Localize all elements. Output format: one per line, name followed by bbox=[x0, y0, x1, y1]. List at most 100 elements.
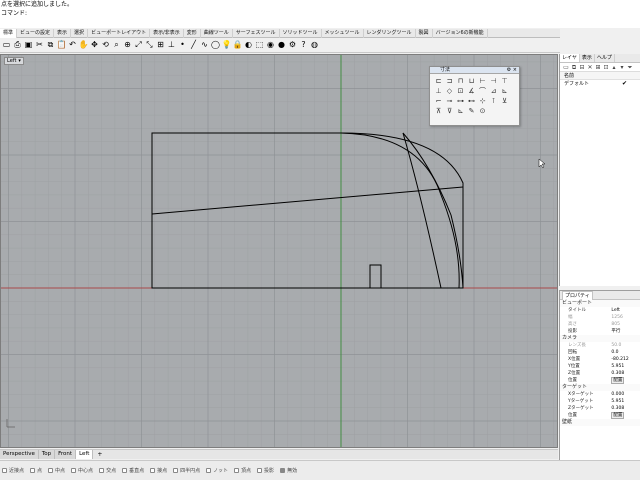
dimension-tool-icon[interactable]: ⌒ bbox=[477, 86, 488, 96]
render-icon[interactable]: ◉ bbox=[266, 40, 275, 50]
zoom-icon[interactable]: ⌕ bbox=[112, 40, 121, 50]
osnap-checkbox[interactable] bbox=[30, 468, 36, 473]
layer-row[interactable]: デフォルト ✔ bbox=[560, 80, 640, 88]
toolbar-tab[interactable]: ソリッドツール bbox=[280, 29, 322, 38]
view-tab[interactable]: Top bbox=[38, 450, 56, 459]
property-value[interactable]: 配置 bbox=[611, 377, 640, 384]
layers-tab[interactable]: レイヤ bbox=[560, 54, 580, 62]
osnap-checkbox[interactable] bbox=[206, 468, 212, 473]
view-tab[interactable]: Left bbox=[76, 450, 94, 459]
four-view-icon[interactable]: ⊞ bbox=[156, 40, 165, 50]
diagonal-line-1[interactable] bbox=[151, 186, 464, 215]
toolbar-tab[interactable]: 選択 bbox=[71, 29, 89, 38]
dimension-tool-icon[interactable]: ⊹ bbox=[477, 96, 488, 106]
viewport-title-label[interactable]: Left ▾ bbox=[4, 57, 24, 65]
move-view-icon[interactable]: ✥ bbox=[90, 40, 99, 50]
dimension-tool-icon[interactable]: ⊻ bbox=[499, 96, 510, 106]
osnap-toggle[interactable]: 投影 bbox=[257, 467, 274, 474]
osnap-checkbox[interactable] bbox=[150, 468, 156, 473]
dimension-panel-titlebar[interactable]: 寸法 ⚙ × bbox=[430, 67, 519, 74]
osnap-toggle[interactable]: 頂点 bbox=[234, 467, 251, 474]
new-file-icon[interactable]: ▭ bbox=[2, 40, 11, 50]
osnap-checkbox[interactable] bbox=[2, 468, 7, 473]
circle-icon[interactable]: ◯ bbox=[211, 40, 220, 50]
osnap-toggle[interactable]: 垂直点 bbox=[122, 467, 144, 474]
layers-tab[interactable]: 表示 bbox=[580, 54, 595, 62]
layer-tool-icon[interactable]: ▴ bbox=[610, 63, 618, 72]
osnap-toggle[interactable]: 中心点 bbox=[71, 467, 93, 474]
toolbar-tab[interactable]: 曲線ツール bbox=[201, 29, 233, 38]
command-input[interactable] bbox=[0, 18, 640, 28]
drawing-geometry[interactable] bbox=[151, 132, 464, 289]
dimension-tool-icon[interactable]: ✎ bbox=[466, 106, 477, 116]
zoom-extents-icon[interactable]: ⤢ bbox=[134, 40, 143, 50]
set-cplane-icon[interactable]: ⊥ bbox=[167, 40, 176, 50]
lamp-icon[interactable]: 💡 bbox=[222, 40, 232, 50]
dimension-tool-icon[interactable]: ⊶ bbox=[455, 96, 466, 106]
select-icon[interactable]: ⬚ bbox=[255, 40, 264, 50]
osnap-checkbox[interactable] bbox=[280, 468, 286, 473]
curve-icon[interactable]: ∿ bbox=[200, 40, 209, 50]
dimension-tool-icon[interactable]: ⊡ bbox=[455, 86, 466, 96]
dimension-tool-icon[interactable]: ⊾ bbox=[499, 86, 510, 96]
help-icon[interactable]: ? bbox=[299, 40, 308, 50]
layer-tool-icon[interactable]: ▾ bbox=[618, 63, 626, 72]
toolbar-tab[interactable]: レンダリングツール bbox=[364, 29, 416, 38]
layers-tab[interactable]: ヘルプ bbox=[595, 54, 615, 62]
toolbar-tab[interactable]: 標準 bbox=[0, 29, 18, 38]
toolbar-tab[interactable]: 表示/非表示 bbox=[150, 29, 184, 38]
dimension-tool-icon[interactable]: ⊷ bbox=[466, 96, 477, 106]
layer-tool-icon[interactable]: ⊟ bbox=[578, 63, 586, 72]
dimension-tool-icon[interactable]: ⊾ bbox=[455, 106, 466, 116]
layer-tool-icon[interactable]: ⊞ bbox=[594, 63, 602, 72]
toolbar-tab[interactable]: バージョン6の新機能 bbox=[433, 29, 488, 38]
material-icon[interactable]: ● bbox=[277, 40, 286, 50]
cut-icon[interactable]: ✂ bbox=[35, 40, 44, 50]
pan-icon[interactable]: ✋ bbox=[79, 40, 89, 50]
osnap-checkbox[interactable] bbox=[257, 468, 263, 473]
osnap-checkbox[interactable] bbox=[99, 468, 105, 473]
layer-tool-icon[interactable]: ▭ bbox=[562, 63, 570, 72]
rotate-view-icon[interactable]: ⟲ bbox=[101, 40, 110, 50]
osnap-toggle[interactable]: 四半円点 bbox=[173, 467, 200, 474]
outline-curve[interactable] bbox=[151, 132, 464, 289]
property-value[interactable]: 0.0 bbox=[611, 349, 640, 356]
toolbar-tab[interactable]: メッシュツール bbox=[322, 29, 364, 38]
osnap-toggle[interactable]: 無効 bbox=[280, 467, 297, 474]
property-value[interactable]: -80.212 bbox=[611, 356, 640, 363]
dimension-tool-icon[interactable]: ⊏ bbox=[433, 76, 444, 86]
toolbar-tab[interactable]: 表示 bbox=[54, 29, 72, 38]
dimension-tool-icon[interactable]: ⊥ bbox=[433, 86, 444, 96]
view-tab[interactable]: Perspective bbox=[0, 450, 39, 459]
view-tab[interactable]: Front bbox=[55, 450, 77, 459]
property-value[interactable]: 0.308 bbox=[611, 370, 640, 377]
property-value[interactable]: Left bbox=[611, 307, 640, 314]
panel-controls[interactable]: ⚙ × bbox=[507, 67, 517, 74]
osnap-checkbox[interactable] bbox=[173, 468, 179, 473]
globe-icon[interactable]: ◍ bbox=[310, 40, 319, 50]
layer-tool-icon[interactable]: ⊡ bbox=[602, 63, 610, 72]
dimension-tool-icon[interactable]: ∡ bbox=[466, 86, 477, 96]
small-rectangle[interactable] bbox=[369, 264, 382, 289]
dimension-tool-icon[interactable]: ⊼ bbox=[433, 106, 444, 116]
toolbar-tab[interactable]: ビューポートレイアウト bbox=[88, 29, 151, 38]
dimension-tool-icon[interactable]: ⊐ bbox=[444, 76, 455, 86]
show-icon[interactable]: ◐ bbox=[244, 40, 253, 50]
options-icon[interactable]: ⚙ bbox=[288, 40, 297, 50]
save-icon[interactable]: ▣ bbox=[24, 40, 33, 50]
dimension-tool-icon[interactable]: ⊿ bbox=[488, 86, 499, 96]
property-value[interactable]: 5.951 bbox=[611, 363, 640, 370]
osnap-checkbox[interactable] bbox=[122, 468, 128, 473]
property-value[interactable]: 配置 bbox=[611, 412, 640, 419]
zoom-window-icon[interactable]: ⊕ bbox=[123, 40, 132, 50]
paste-icon[interactable]: 📋 bbox=[57, 40, 67, 50]
osnap-toggle[interactable]: ノット bbox=[206, 467, 228, 474]
osnap-checkbox[interactable] bbox=[234, 468, 240, 473]
dimension-tool-icon[interactable]: ⊺ bbox=[488, 96, 499, 106]
dimension-tool-icon[interactable]: ⊽ bbox=[444, 106, 455, 116]
osnap-toggle[interactable]: 中点 bbox=[48, 467, 65, 474]
property-value[interactable]: 0.308 bbox=[611, 405, 640, 412]
tab-properties[interactable]: プロパティ bbox=[562, 291, 593, 300]
dimension-tool-icon[interactable]: ⊔ bbox=[466, 76, 477, 86]
add-viewport-tab-button[interactable]: + bbox=[93, 450, 106, 459]
